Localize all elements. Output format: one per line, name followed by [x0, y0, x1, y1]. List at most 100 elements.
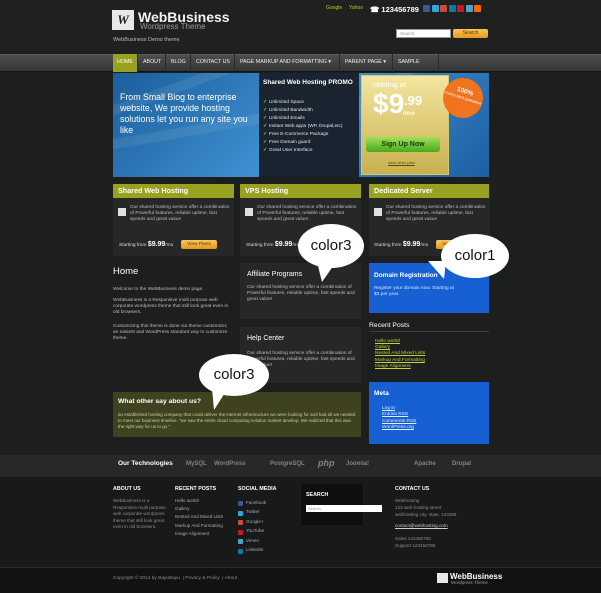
footer-contact-line: 123 web hosting street	[395, 505, 442, 510]
check-icon: ✓	[263, 148, 268, 153]
view-other-plan-link[interactable]: view other plan	[388, 160, 415, 165]
signup-button[interactable]: Sign Up Now	[366, 137, 440, 152]
price-dollar: $9	[373, 88, 405, 119]
footer-social-link[interactable]: Vimeo	[246, 538, 259, 545]
top-header	[0, 0, 601, 54]
footer-contact-line: Sales 123456789	[395, 536, 431, 541]
header-search-button[interactable]: Search	[453, 29, 488, 38]
plan-desc: Our shared hosting service offer a combi…	[130, 205, 230, 222]
footer-social-link[interactable]: YouTube	[246, 528, 264, 535]
promo-item-label: Unlimited Bandwidth	[269, 108, 313, 113]
page-title: Home	[113, 266, 139, 277]
social-icon[interactable]	[474, 5, 481, 12]
social-icon[interactable]	[440, 5, 447, 12]
footer-recent-link[interactable]: Image Alignment	[175, 531, 209, 538]
footer-about-title: ABOUT US	[113, 486, 141, 492]
logo-icon[interactable]: W	[112, 10, 134, 30]
privacy-link[interactable]: Privacy & Policy	[185, 576, 219, 581]
meta-link[interactable]: Entries RSS	[382, 412, 408, 417]
server-icon	[245, 208, 253, 216]
social-icon[interactable]	[465, 5, 473, 12]
meta-link[interactable]: Comments RSS	[382, 419, 416, 424]
bottom-bar	[0, 567, 601, 593]
nav-blog[interactable]: BLOG	[167, 54, 191, 72]
phone-number: ☎ 123456789	[370, 5, 419, 14]
nav-home[interactable]: HOME	[113, 54, 138, 72]
header-search-input[interactable]: Search	[396, 29, 451, 38]
promo-item: ✓ Free E-Commerce Package	[263, 132, 328, 137]
social-icon	[238, 539, 243, 544]
footer-social-link[interactable]: LinkedIn	[246, 547, 263, 554]
plan-from: Starting from $9.99/mo	[246, 241, 301, 248]
social-icon	[238, 529, 243, 535]
callout-bubble: color3	[298, 224, 364, 268]
about-link[interactable]: About	[225, 576, 238, 581]
testimonial-text: an established hosting company that coul…	[118, 412, 356, 429]
meta-link[interactable]: WordPress.org	[382, 425, 414, 430]
footer-social-link[interactable]: Twitter	[246, 509, 260, 516]
social-icon[interactable]	[457, 5, 464, 12]
check-icon: ✓	[263, 124, 268, 129]
nav-about[interactable]: ABOUT	[139, 54, 166, 72]
nav-parent-page[interactable]: PARENT PAGE ▾	[341, 54, 393, 72]
promo-title: Shared Web Hosting PROMO	[263, 79, 353, 86]
promo-item-label: Free Domain guard	[269, 140, 311, 145]
social-icon	[238, 520, 243, 525]
nav-sample-page[interactable]: SAMPLE PAGE	[394, 54, 439, 82]
affiliate-desc: Our shared hosting service offer a combi…	[247, 285, 355, 302]
plan-title: Shared Web Hosting	[113, 184, 234, 198]
php-logo: php	[318, 458, 335, 468]
footer-social-link[interactable]: Facebook	[246, 500, 266, 507]
view-plans-button[interactable]: View Plans	[181, 240, 217, 249]
callout-bubble: color3	[199, 354, 269, 396]
recent-posts-title: Recent Posts	[369, 322, 410, 329]
check-icon: ✓	[263, 140, 268, 145]
home-paragraph: WebBusiness is a Responsive multi purpos…	[113, 298, 229, 316]
social-icon[interactable]	[448, 5, 456, 12]
footer-recent-link[interactable]: Markup And Formatting	[175, 523, 223, 530]
footer-recent-title: RECENT POSTS	[175, 486, 217, 492]
plan-from: Starting from $9.99/mo	[119, 241, 174, 248]
site-tagline: WebBusiness Demo theme	[113, 37, 180, 43]
footer-recent-link[interactable]: Nested And Mixed Lists	[175, 514, 223, 521]
footer-contact-email[interactable]: contact@webhosting.com	[395, 523, 448, 530]
technologies-title: Our Technologies	[118, 460, 173, 467]
footer-logo-subtitle: Wordpress Theme	[451, 580, 488, 585]
nav-contact[interactable]: CONTACT US	[192, 54, 235, 72]
meta-link[interactable]: Log in	[382, 406, 395, 411]
recent-post-link[interactable]: Image Alignment	[375, 364, 411, 369]
footer-recent-link[interactable]: Gallery	[175, 506, 190, 513]
plan-desc: Our shared hosting service offer a combi…	[257, 205, 357, 222]
testimonial-title: What other say about us?	[118, 398, 202, 405]
plan-desc: Our shared hosting service offer a combi…	[386, 205, 486, 222]
promo-item: ✓ Unlimited Bandwidth	[263, 108, 313, 113]
home-paragraph: Welcome to the WebBusiness demo page.	[113, 287, 204, 292]
check-icon: ✓	[263, 100, 268, 105]
recent-post-link[interactable]: Nested And Mixed Lists	[375, 351, 425, 356]
promo-item-label: Great User Interface	[269, 148, 313, 153]
footer-contact-line: webhosting city, state, 123456	[395, 512, 457, 517]
promo-item-label: Instant Web apps (WP, Drupal,etc)	[269, 124, 343, 129]
top-link-google[interactable]: Google	[326, 5, 342, 11]
home-paragraph: Customizing this theme is done via theme…	[113, 324, 228, 342]
footer-search-input[interactable]: Search	[306, 505, 382, 512]
nav-page-markup[interactable]: PAGE MARKUP AND FORMATTING ▾	[236, 54, 340, 72]
social-icon[interactable]	[431, 5, 439, 12]
footer-recent-link[interactable]: Hello world!	[175, 498, 199, 505]
drupal-logo: Drupal	[452, 461, 472, 467]
promo-item: ✓ Unlimited Space	[263, 100, 304, 105]
promo-item-label: Unlimited Space	[269, 100, 304, 105]
recent-post-link[interactable]: Hello world!	[375, 339, 400, 344]
recent-post-link[interactable]: Gallery	[375, 345, 390, 350]
logo-subtitle: Wordpress Theme	[140, 22, 206, 31]
domain-desc: Register your domain now. Starting at $3…	[374, 286, 454, 297]
recent-post-link[interactable]: Markup And Formatting	[375, 358, 425, 363]
check-icon: ✓	[263, 116, 268, 121]
price-cents: .99	[404, 93, 423, 108]
divider	[369, 331, 489, 332]
social-icon	[238, 548, 243, 554]
footer-social-link[interactable]: Google+	[246, 519, 264, 526]
social-icon[interactable]	[423, 5, 430, 12]
top-link-yahoo[interactable]: Yahoo	[349, 5, 363, 11]
check-icon: ✓	[263, 132, 268, 137]
